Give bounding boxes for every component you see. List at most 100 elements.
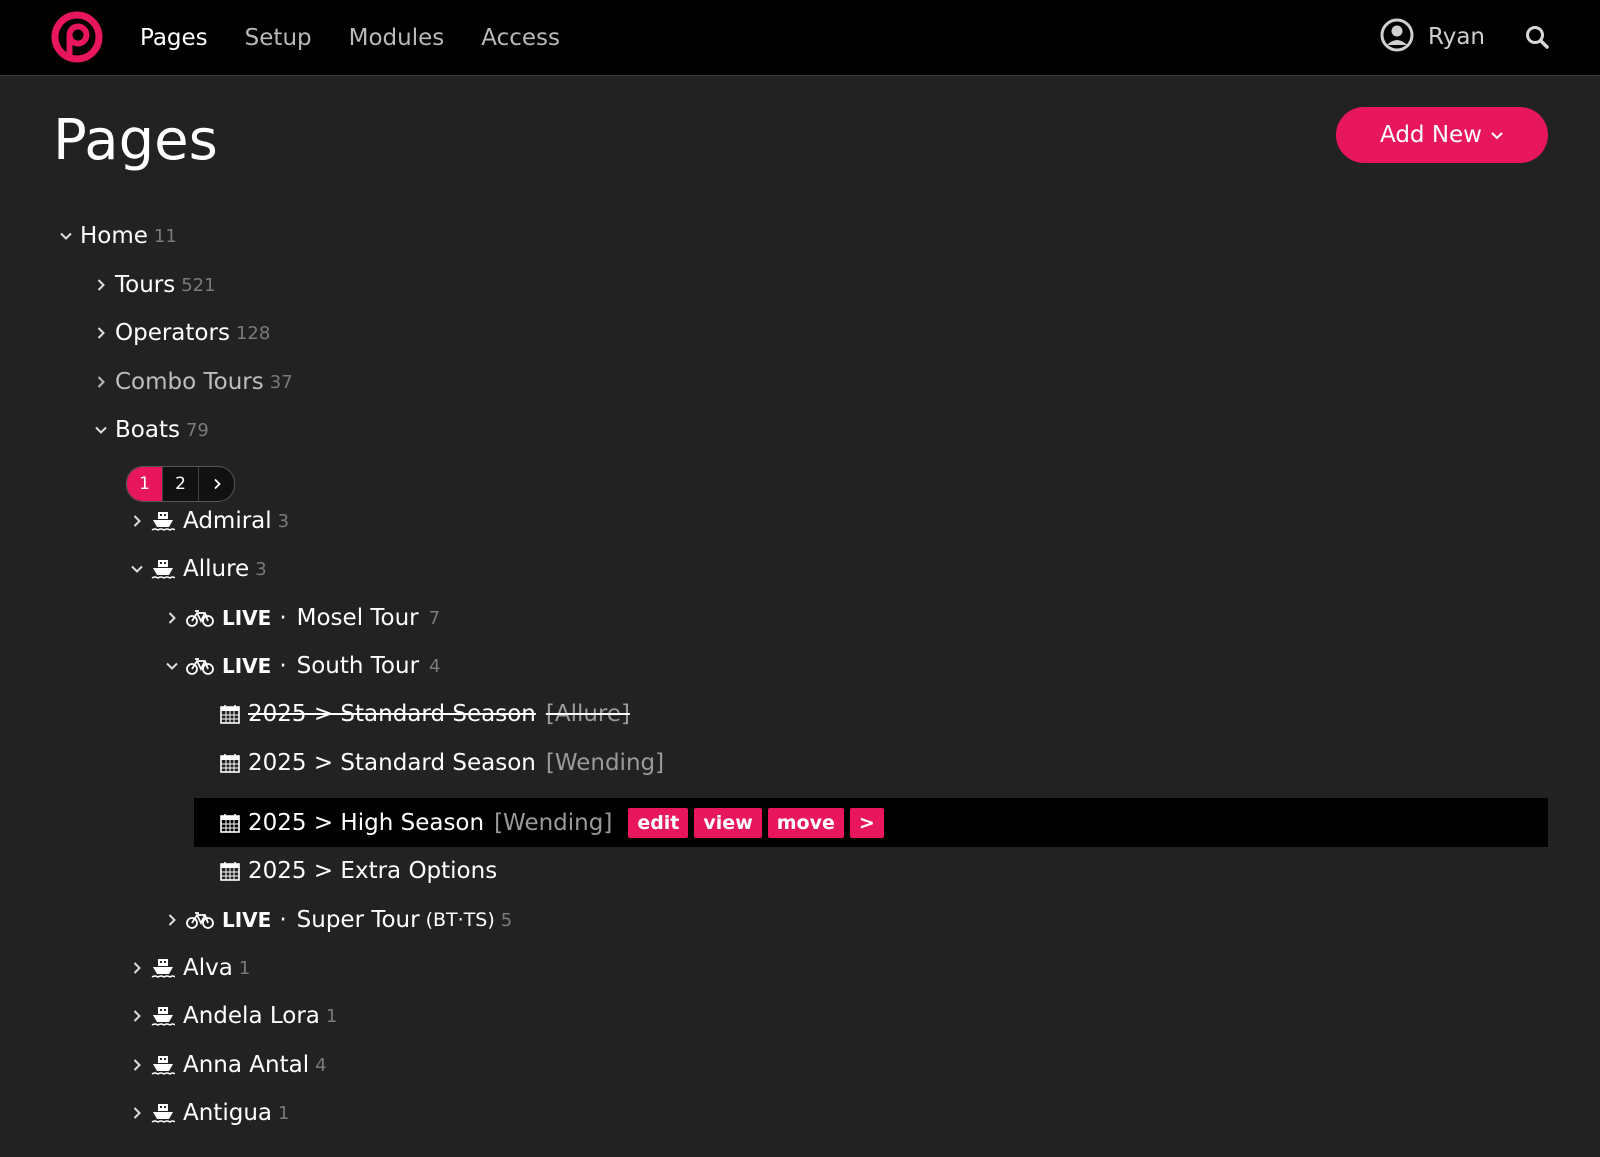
user-name: Ryan xyxy=(1427,24,1485,50)
tree-item-title[interactable]: Combo Tours xyxy=(115,369,264,395)
separator: · xyxy=(279,907,287,933)
tree-item-title[interactable]: Allure xyxy=(183,556,249,582)
user-avatar-icon xyxy=(1380,18,1414,56)
child-count: 11 xyxy=(153,225,177,247)
tree-item-season-extra: 2025 > Extra Options xyxy=(220,848,497,894)
chevron-right-icon[interactable] xyxy=(91,372,111,392)
tree-item-title[interactable]: Boats xyxy=(115,417,180,443)
tree-item-title[interactable]: 2025 > High Season xyxy=(248,810,484,836)
next-page-button[interactable] xyxy=(199,467,234,501)
child-count: 4 xyxy=(429,655,441,677)
chevron-right-icon[interactable] xyxy=(127,1006,147,1026)
edit-button[interactable]: edit xyxy=(628,807,689,838)
add-new-button[interactable]: Add New xyxy=(1336,107,1548,163)
tree-item-admiral: Admiral 3 xyxy=(127,498,289,544)
chevron-down-icon[interactable] xyxy=(91,420,111,440)
tree-item-season-high-wending[interactable]: 2025 > High Season [Wending] edit view m… xyxy=(194,798,1548,847)
add-new-label: Add New xyxy=(1379,122,1482,148)
move-button[interactable]: move xyxy=(767,807,844,838)
chevron-right-icon[interactable] xyxy=(162,608,182,628)
top-navbar: Pages Setup Modules Access Ryan xyxy=(0,0,1600,76)
tree-item-title[interactable]: Operators xyxy=(115,320,230,346)
tree-item-season-standard-wending: 2025 > Standard Season [Wending] xyxy=(220,740,664,786)
tree-item-mosel-tour: LIVE · Mosel Tour 7 xyxy=(162,595,440,641)
child-count: 1 xyxy=(278,1102,290,1124)
chevron-right-icon[interactable] xyxy=(91,275,111,295)
tree-item-title[interactable]: South Tour xyxy=(297,653,419,679)
child-count: 128 xyxy=(235,322,271,344)
calendar-icon xyxy=(220,861,240,881)
tree-item-title[interactable]: 2025 > Extra Options xyxy=(248,858,497,884)
tree-item-operators: Operators 128 xyxy=(91,310,270,356)
chevron-right-icon[interactable] xyxy=(127,958,147,978)
bicycle-icon xyxy=(186,609,214,627)
tree-item-title[interactable]: Super Tour xyxy=(297,907,420,933)
bicycle-icon xyxy=(186,657,214,675)
tree-item-title[interactable]: Home xyxy=(80,223,148,249)
tree-item-south-tour: LIVE · South Tour 4 xyxy=(162,643,441,689)
ship-icon xyxy=(151,1102,175,1124)
chevron-down-icon xyxy=(1491,132,1503,140)
child-count: 4 xyxy=(315,1054,327,1076)
tree-item-title[interactable]: 2025 > Standard Season xyxy=(248,750,536,776)
nav-modules[interactable]: Modules xyxy=(349,25,445,51)
nav-pages[interactable]: Pages xyxy=(140,25,208,51)
child-count: 79 xyxy=(185,419,209,441)
tree-item-title[interactable]: Tours xyxy=(115,272,175,298)
season-title-strike[interactable]: 2025 > Standard Season [Allure] xyxy=(248,701,630,727)
logo-icon[interactable] xyxy=(50,10,104,64)
chevron-down-icon[interactable] xyxy=(56,226,76,246)
calendar-icon xyxy=(220,753,240,773)
child-count: 3 xyxy=(277,510,290,532)
tree-item-antigua: Antigua 1 xyxy=(127,1090,289,1136)
owner-tag: [Wending] xyxy=(494,809,613,836)
tree-item-andela-lora: Andela Lora 1 xyxy=(127,993,337,1039)
chevron-right-icon[interactable] xyxy=(127,1103,147,1123)
page-2-button[interactable]: 2 xyxy=(163,467,199,501)
child-count: 1 xyxy=(238,957,251,979)
chevron-right-icon xyxy=(213,478,221,490)
row-actions: edit view move > xyxy=(628,807,889,838)
main-nav: Pages Setup Modules Access xyxy=(140,0,597,75)
tree-item-title[interactable]: Anna Antal xyxy=(183,1052,309,1078)
ship-icon xyxy=(151,1054,175,1076)
tree-item-subtitle: (BT·TS) xyxy=(425,909,495,931)
chevron-down-icon[interactable] xyxy=(162,656,182,676)
nav-setup[interactable]: Setup xyxy=(245,25,312,51)
chevron-right-icon[interactable] xyxy=(127,511,147,531)
owner-tag: [Wending] xyxy=(545,750,665,776)
ship-icon xyxy=(151,957,175,979)
tree-item-title[interactable]: Admiral xyxy=(183,508,272,534)
calendar-icon xyxy=(220,704,240,724)
tree-item-combo-tours: Combo Tours 37 xyxy=(91,359,293,405)
view-button[interactable]: view xyxy=(694,807,762,838)
tree-item-super-tour: LIVE · Super Tour (BT·TS) 5 xyxy=(162,897,512,943)
tree-item-boats: Boats 79 xyxy=(91,407,209,453)
status-badge: LIVE xyxy=(222,606,272,630)
more-actions-button[interactable]: > xyxy=(849,807,884,838)
tree-item-title[interactable]: Antigua xyxy=(183,1100,272,1126)
page-title: Pages xyxy=(53,108,218,173)
user-menu[interactable]: Ryan xyxy=(1380,18,1485,56)
search-icon[interactable] xyxy=(1524,24,1550,50)
tree-item-title[interactable]: Andela Lora xyxy=(183,1003,320,1029)
tree-item-title[interactable]: Mosel Tour xyxy=(297,605,419,631)
child-count: 5 xyxy=(500,909,513,931)
chevron-right-icon[interactable] xyxy=(127,1055,147,1075)
nav-access[interactable]: Access xyxy=(481,25,560,51)
tree-item-title[interactable]: Alva xyxy=(183,955,233,981)
child-count: 37 xyxy=(269,371,293,393)
tree-item-allure: Allure 3 xyxy=(127,546,267,592)
ship-icon xyxy=(151,1005,175,1027)
page-1-button[interactable]: 1 xyxy=(127,467,163,501)
child-count: 521 xyxy=(181,274,216,296)
bicycle-icon xyxy=(186,911,214,929)
chevron-right-icon[interactable] xyxy=(162,910,182,930)
tree-item-anna-antal: Anna Antal 4 xyxy=(127,1042,327,1088)
status-badge: LIVE xyxy=(222,654,272,678)
chevron-right-icon[interactable] xyxy=(91,323,111,343)
child-count: 3 xyxy=(255,558,267,580)
chevron-down-icon[interactable] xyxy=(127,559,147,579)
child-count: 7 xyxy=(428,607,441,629)
tree-item-title: 2025 > Standard Season xyxy=(248,701,536,727)
